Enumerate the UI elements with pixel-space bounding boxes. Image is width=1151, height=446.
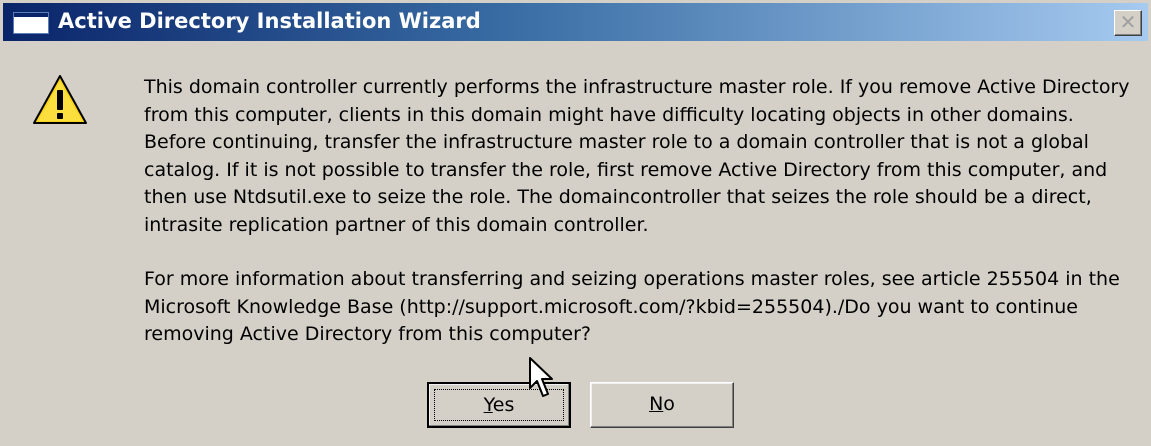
message-paragraph-1: This domain controller currently perform…: [144, 76, 1130, 236]
message-paragraph-2: For more information about transferring …: [144, 268, 1120, 345]
yes-label-rest: es: [492, 394, 515, 416]
window-title: Active Directory Installation Wizard: [58, 9, 481, 33]
mouse-cursor-icon: [529, 357, 553, 397]
close-button[interactable]: ✕: [1114, 10, 1142, 36]
message-text: This domain controller currently perform…: [144, 74, 1139, 349]
dialog-window: Active Directory Installation Wizard ✕ T…: [0, 0, 1151, 446]
window-app-icon: [13, 12, 49, 34]
no-button[interactable]: No: [590, 382, 734, 428]
title-bar[interactable]: Active Directory Installation Wizard ✕: [3, 3, 1148, 41]
dialog-content: This domain controller currently perform…: [0, 44, 1151, 446]
warning-icon: [33, 75, 87, 124]
no-label-rest: o: [663, 393, 675, 415]
yes-button-label: Yes: [484, 394, 515, 416]
no-mnemonic: N: [649, 393, 664, 415]
yes-mnemonic: Y: [483, 394, 493, 416]
no-button-label: No: [649, 393, 675, 415]
